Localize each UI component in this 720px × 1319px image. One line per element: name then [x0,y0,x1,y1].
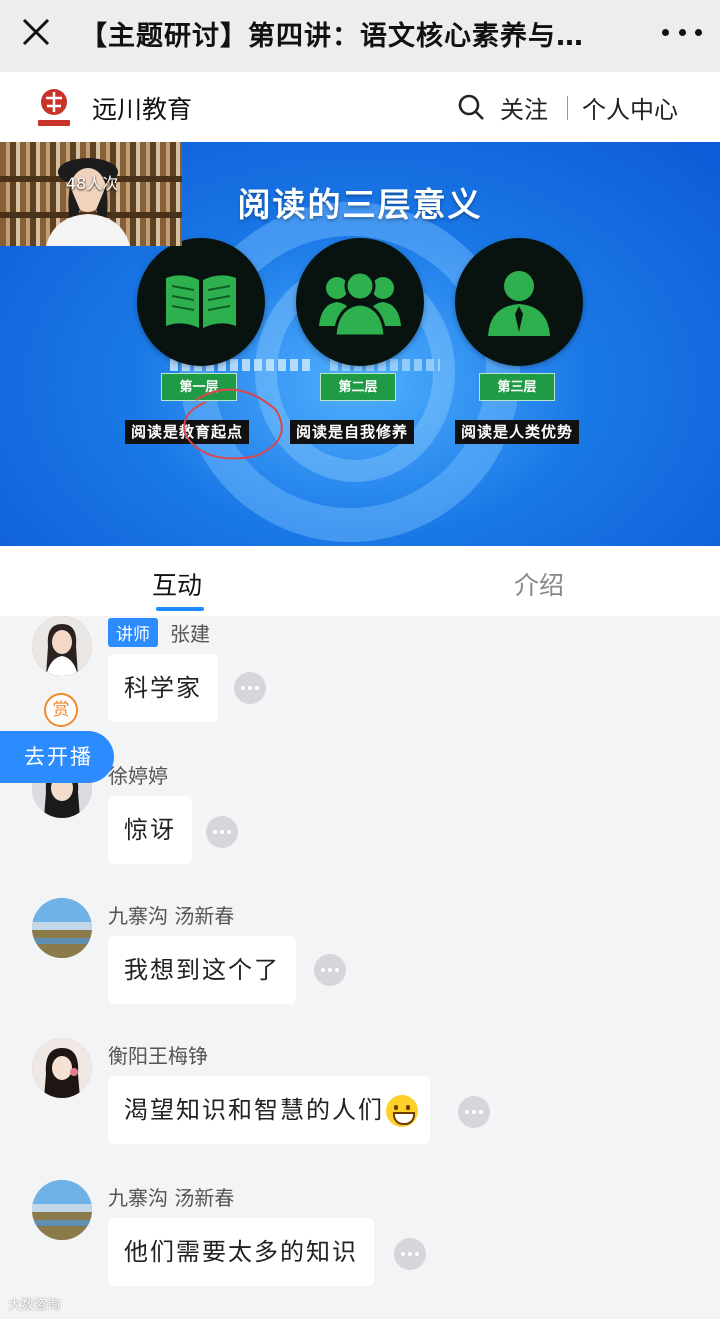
message-bubble: 惊讶 [108,796,192,864]
avatar[interactable] [32,898,92,958]
profile-button[interactable]: 个人中心 [582,90,678,125]
search-icon[interactable] [456,92,486,122]
reward-icon[interactable]: 赏 [44,693,78,727]
go-live-button[interactable]: 去开播 [0,731,114,783]
open-book-icon [137,238,265,366]
tab-bar: 互动 介绍 [0,546,720,616]
follow-button[interactable]: 关注 [500,90,548,125]
sender-row: 九寨沟 汤新春 [108,1182,234,1211]
title-bar: 【主题研讨】第四讲：语文核心素养与… [0,0,720,72]
message-more-icon[interactable] [314,954,346,986]
message-more-icon[interactable] [234,672,266,704]
person-icon [455,238,583,366]
page-title: 【主题研讨】第四讲：语文核心素养与… [80,21,584,52]
live-video-player[interactable]: 阅读的三层意义 第一层 阅读是教育起点 第二层 阅读是自我修养 第三层 阅读是人… [0,142,720,546]
sender-name: 徐婷婷 [108,764,168,788]
close-icon[interactable] [20,16,52,48]
sender-row: 徐婷婷 [108,760,168,789]
message-more-icon[interactable] [206,816,238,848]
tab-interact[interactable]: 互动 [152,566,202,602]
sender-name: 张建 [170,622,210,646]
message-bubble: 我想到这个了 [108,936,296,1004]
viewer-count: 48人次 [66,174,119,193]
layer-caption: 阅读是人类优势 [455,420,580,444]
presenter-avatar [46,158,130,246]
lecturer-badge: 讲师 [108,618,158,647]
message-more-icon[interactable] [394,1238,426,1270]
watermark: 大数咨询 [8,1298,61,1313]
message-text: 渴望知识和智慧的人们 [124,1096,384,1124]
avatar[interactable] [32,1038,92,1098]
sender-name: 衡阳王梅铮 [108,1044,208,1068]
sender-name: 九寨沟 汤新春 [108,904,235,928]
sender-row: 讲师 张建 [108,618,210,647]
layer-tag: 第三层 [479,373,555,401]
layer-3: 第三层 阅读是人类优势 [455,238,583,444]
message-bubble: 渴望知识和智慧的人们 [108,1076,430,1144]
message-bubble: 他们需要太多的知识 [108,1218,374,1286]
annotation-circle [183,388,283,460]
presenter-camera[interactable]: 48人次 [0,142,182,246]
header-divider [567,96,568,120]
layer-2: 第二层 阅读是自我修养 [290,238,424,444]
more-menu-icon[interactable] [662,14,702,50]
sender-row: 九寨沟 汤新春 [108,900,234,929]
brand-logo-icon [38,89,70,126]
layer-caption: 阅读是自我修养 [290,420,415,444]
layer-tag: 第二层 [320,373,396,401]
sender-row: 衡阳王梅铮 [108,1040,208,1069]
message-bubble: 科学家 [108,654,218,722]
tab-active-indicator [156,607,204,611]
layer-1: 第一层 阅读是教育起点 [125,238,265,444]
group-people-icon [296,238,424,366]
avatar[interactable] [32,1180,92,1240]
grinning-emoji-icon [386,1095,418,1127]
avatar[interactable] [32,616,92,676]
sender-name: 九寨沟 汤新春 [108,1186,235,1210]
site-header: 远川教育 关注 个人中心 [0,72,720,142]
message-more-icon[interactable] [458,1096,490,1128]
chat-list[interactable]: 讲师 张建 科学家 赏 徐婷婷 惊讶 去开播 九寨沟 汤新春 我想到这个了 衡阳… [0,616,720,1319]
brand-name: 远川教育 [92,95,193,124]
tab-intro[interactable]: 介绍 [514,566,564,602]
